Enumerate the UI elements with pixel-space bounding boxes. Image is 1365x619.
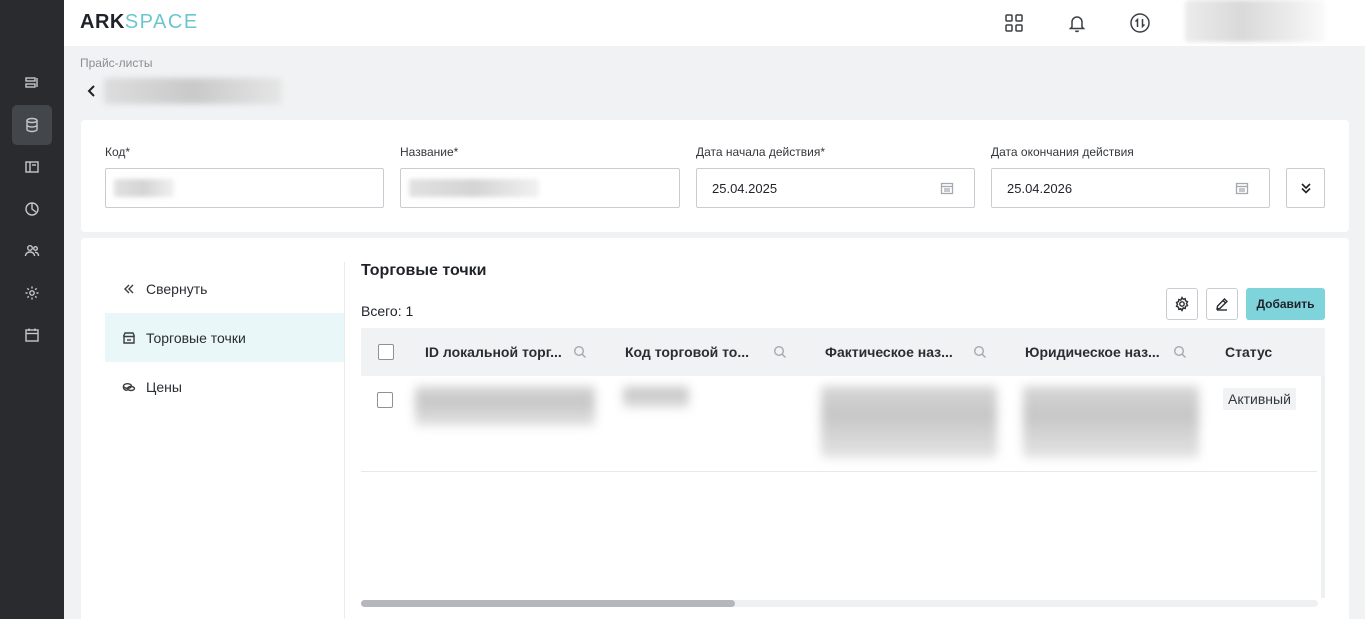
user-profile[interactable] (1185, 0, 1325, 42)
side-nav: Свернуть Торговые точки Цены (105, 264, 344, 411)
cell-local-id (415, 386, 595, 426)
page-title (104, 78, 282, 104)
collapse-button[interactable]: Свернуть (105, 264, 344, 313)
cell-outlet-code (623, 386, 689, 408)
row-checkbox[interactable] (377, 392, 393, 408)
end-date-label: Дата окончания действия (991, 145, 1134, 159)
collapse-label: Свернуть (146, 280, 208, 297)
cell-actual-name (821, 386, 997, 458)
bell-icon[interactable] (1064, 10, 1090, 36)
logo-ark: ARK (80, 11, 125, 33)
code-field[interactable] (105, 168, 384, 208)
column-search-button[interactable] (773, 328, 789, 376)
name-field[interactable] (400, 168, 680, 208)
total-count: Всего: 1 (361, 303, 414, 319)
column-header-label: ID локальной торг... (425, 344, 562, 360)
column-header-label: Фактическое наз... (825, 344, 953, 360)
column-header-label: Код торговой то... (625, 344, 750, 360)
column-search-button[interactable] (1173, 328, 1189, 376)
select-all-checkbox[interactable] (378, 344, 394, 360)
start-date-label: Дата начала действия* (696, 145, 825, 159)
coins-icon (122, 382, 136, 391)
logo-space: SPACE (124, 11, 199, 33)
sync-icon[interactable] (1127, 10, 1153, 36)
column-header[interactable]: Фактическое наз... (825, 328, 953, 376)
nav-item-prices[interactable]: Цены (105, 362, 344, 411)
rail-chart-icon[interactable] (12, 189, 52, 229)
scrollbar-thumb[interactable] (361, 600, 735, 607)
column-header[interactable]: Юридическое наз... (1025, 328, 1160, 376)
column-search-button[interactable] (573, 328, 589, 376)
search-icon (1173, 345, 1187, 359)
column-header[interactable]: Код торговой то... (625, 328, 749, 376)
rail-book-icon[interactable] (12, 147, 52, 187)
start-date-value: 25.04.2025 (712, 181, 778, 196)
rail-calendar-icon[interactable] (12, 315, 52, 355)
nav-item-label: Торговые точки (146, 329, 246, 346)
horizontal-scrollbar[interactable] (361, 600, 1318, 607)
add-button[interactable]: Добавить (1246, 288, 1325, 320)
table-header: ID локальной торг... Код торговой то... … (361, 328, 1325, 376)
section-title: Торговые точки (361, 262, 487, 279)
search-icon (773, 345, 787, 359)
status-badge: Активный (1223, 388, 1296, 410)
price-list-form: Код* Название* Дата начала действия* 25.… (81, 120, 1349, 232)
search-icon (973, 345, 987, 359)
rail-list-icon[interactable] (12, 63, 52, 103)
name-label: Название* (400, 145, 459, 159)
chevrons-left-icon (124, 284, 134, 293)
column-header-label: Статус (1225, 344, 1273, 360)
column-search-button[interactable] (973, 328, 989, 376)
end-date-value: 25.04.2026 (1007, 181, 1073, 196)
pencil-icon (1216, 298, 1228, 311)
apps-grid-icon[interactable] (1001, 10, 1027, 36)
end-date-field[interactable]: 25.04.2026 (991, 168, 1270, 208)
vertical-scrollbar[interactable] (1317, 376, 1325, 598)
start-date-field[interactable]: 25.04.2025 (696, 168, 975, 208)
column-header[interactable]: Статус (1225, 328, 1272, 376)
store-icon (122, 331, 136, 344)
table-settings-button[interactable] (1166, 288, 1198, 320)
calendar-icon[interactable] (940, 181, 954, 195)
cell-legal-name (1023, 386, 1199, 458)
calendar-icon[interactable] (1235, 181, 1249, 195)
rail-settings-icon[interactable] (12, 273, 52, 313)
rail-database-icon[interactable] (12, 105, 52, 145)
column-header-label: Юридическое наз... (1025, 344, 1160, 360)
gear-icon (1175, 296, 1189, 312)
edit-button[interactable] (1206, 288, 1238, 320)
rail-users-icon[interactable] (12, 231, 52, 271)
top-header: ARKSPACE (64, 0, 1365, 46)
table-row[interactable]: Активный (361, 376, 1317, 472)
chevrons-down-icon (1300, 183, 1311, 194)
back-button[interactable] (82, 80, 102, 102)
column-header[interactable]: ID локальной торг... (425, 328, 562, 376)
nav-item-label: Цены (146, 378, 182, 395)
chevron-left-icon (87, 85, 95, 97)
divider (344, 262, 345, 619)
app-logo[interactable]: ARKSPACE (80, 11, 199, 34)
details-card: Свернуть Торговые точки Цены Торговые то… (81, 238, 1349, 619)
breadcrumb[interactable]: Прайс-листы (80, 56, 153, 70)
nav-item-outlets[interactable]: Торговые точки (105, 313, 344, 362)
left-rail (0, 0, 64, 619)
code-label: Код* (105, 145, 131, 159)
search-icon (573, 345, 587, 359)
expand-form-button[interactable] (1286, 168, 1325, 208)
